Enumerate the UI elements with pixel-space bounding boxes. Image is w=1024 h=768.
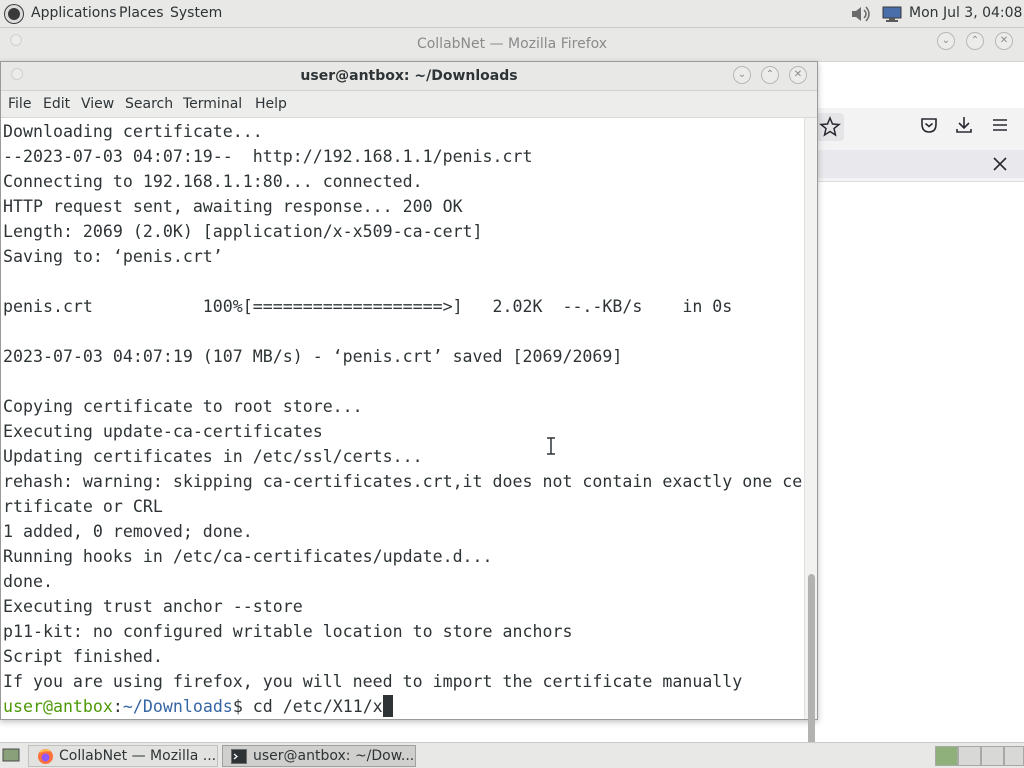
downloads-icon[interactable]	[953, 114, 975, 136]
distro-logo-icon[interactable]	[5, 5, 23, 23]
terminal-output[interactable]: Downloading certificate... --2023-07-03 …	[1, 118, 804, 719]
command-input[interactable]: cd /etc/X11/x	[243, 697, 383, 716]
firefox-close-button[interactable]: ✕	[995, 32, 1013, 50]
show-desktop-icon[interactable]	[2, 747, 20, 763]
network-icon[interactable]	[880, 5, 904, 23]
terminal-icon	[231, 749, 247, 764]
terminal-line: Saving to: ‘penis.crt’	[3, 247, 223, 266]
prompt-separator: :	[112, 697, 123, 716]
terminal-line: 1 added, 0 removed; done.	[3, 522, 253, 541]
pocket-icon[interactable]	[918, 114, 940, 136]
system-menu[interactable]: System	[170, 5, 222, 21]
taskbar-item-label: CollabNet — Mozilla ...	[59, 748, 217, 764]
terminal-title: user@antbox: ~/Downloads	[300, 68, 518, 84]
firefox-titlebar[interactable]: CollabNet — Mozilla Firefox ⌄ ⌃ ✕	[0, 28, 1024, 62]
bookmark-star-icon[interactable]	[815, 112, 845, 142]
workspace-3[interactable]	[981, 746, 1004, 766]
hamburger-menu-icon[interactable]	[989, 114, 1011, 136]
firefox-maximize-button[interactable]: ⌃	[966, 32, 984, 50]
terminal-titlebar[interactable]: user@antbox: ~/Downloads ⌄ ⌃ ✕	[1, 62, 817, 91]
taskbar-item-firefox[interactable]: CollabNet — Mozilla ...	[28, 745, 218, 767]
places-menu[interactable]: Places	[119, 5, 164, 21]
workspace-4[interactable]	[1004, 746, 1024, 766]
terminal-line: Connecting to 192.168.1.1:80... connecte…	[3, 172, 423, 191]
workspace-2[interactable]	[958, 746, 981, 766]
firefox-minimize-button[interactable]: ⌄	[937, 32, 955, 50]
text-cursor	[382, 695, 393, 717]
terminal-line: p11-kit: no configured writable location…	[3, 622, 573, 641]
scrollbar-thumb[interactable]	[808, 574, 815, 754]
top-panel: Applications Places System Mon Jul 3, 04…	[0, 0, 1024, 28]
menu-help[interactable]: Help	[255, 96, 287, 112]
terminal-line: If you are using firefox, you will need …	[3, 672, 743, 691]
menu-file[interactable]: File	[8, 96, 31, 112]
terminal-minimize-button[interactable]: ⌄	[733, 66, 751, 84]
prompt-symbol: $	[232, 697, 243, 716]
menu-search[interactable]: Search	[125, 96, 173, 112]
terminal-line: Script finished.	[3, 647, 163, 666]
menu-terminal[interactable]: Terminal	[183, 96, 242, 112]
prompt-user-host: user@antbox	[3, 697, 113, 716]
clock[interactable]: Mon Jul 3, 04:08	[909, 5, 1022, 21]
terminal-line: rehash: warning: skipping ca-certificate…	[3, 472, 803, 491]
taskbar-item-label: user@antbox: ~/Dow...	[253, 748, 415, 764]
firefox-icon	[38, 749, 53, 764]
terminal-line: Executing trust anchor --store	[3, 597, 303, 616]
firefox-title: CollabNet — Mozilla Firefox	[416, 36, 608, 52]
terminal-menubar: File Edit View Search Terminal Help	[1, 91, 817, 118]
mouse-ibeam-cursor-icon	[547, 437, 555, 455]
terminal-line: Downloading certificate...	[3, 122, 263, 141]
terminal-line: --2023-07-03 04:07:19-- http://192.168.1…	[3, 147, 533, 166]
terminal-line: rtificate or CRL	[3, 497, 163, 516]
workspace-1[interactable]	[935, 746, 958, 766]
close-icon[interactable]	[990, 154, 1010, 174]
terminal-line: HTTP request sent, awaiting response... …	[3, 197, 463, 216]
terminal-scrollbar[interactable]	[804, 118, 817, 754]
terminal-line: Executing update-ca-certificates	[3, 422, 323, 441]
terminal-close-button[interactable]: ✕	[789, 66, 807, 84]
prompt-path: ~/Downloads	[122, 697, 233, 716]
volume-icon[interactable]	[850, 5, 874, 23]
taskbar-item-terminal[interactable]: user@antbox: ~/Dow...	[222, 745, 416, 767]
terminal-line: Running hooks in /etc/ca-certificates/up…	[3, 547, 493, 566]
terminal-line: Updating certificates in /etc/ssl/certs.…	[3, 447, 423, 466]
terminal-line: 2023-07-03 04:07:19 (107 MB/s) - ‘penis.…	[3, 347, 623, 366]
terminal-line: done.	[3, 572, 53, 591]
terminal-maximize-button[interactable]: ⌃	[761, 66, 779, 84]
menu-edit[interactable]: Edit	[43, 96, 70, 112]
terminal-line: penis.crt 100%[===================>] 2.0…	[3, 297, 733, 316]
applications-menu[interactable]: Applications	[31, 5, 117, 21]
menu-view[interactable]: View	[81, 96, 114, 112]
taskbar: CollabNet — Mozilla ... user@antbox: ~/D…	[0, 742, 1024, 768]
prompt-line[interactable]: user@antbox:~/Downloads$ cd /etc/X11/x	[3, 694, 393, 719]
terminal-line: Length: 2069 (2.0K) [application/x-x509-…	[3, 222, 483, 241]
terminal-line: Copying certificate to root store...	[3, 397, 363, 416]
terminal-window: user@antbox: ~/Downloads ⌄ ⌃ ✕ File Edit…	[0, 61, 818, 754]
